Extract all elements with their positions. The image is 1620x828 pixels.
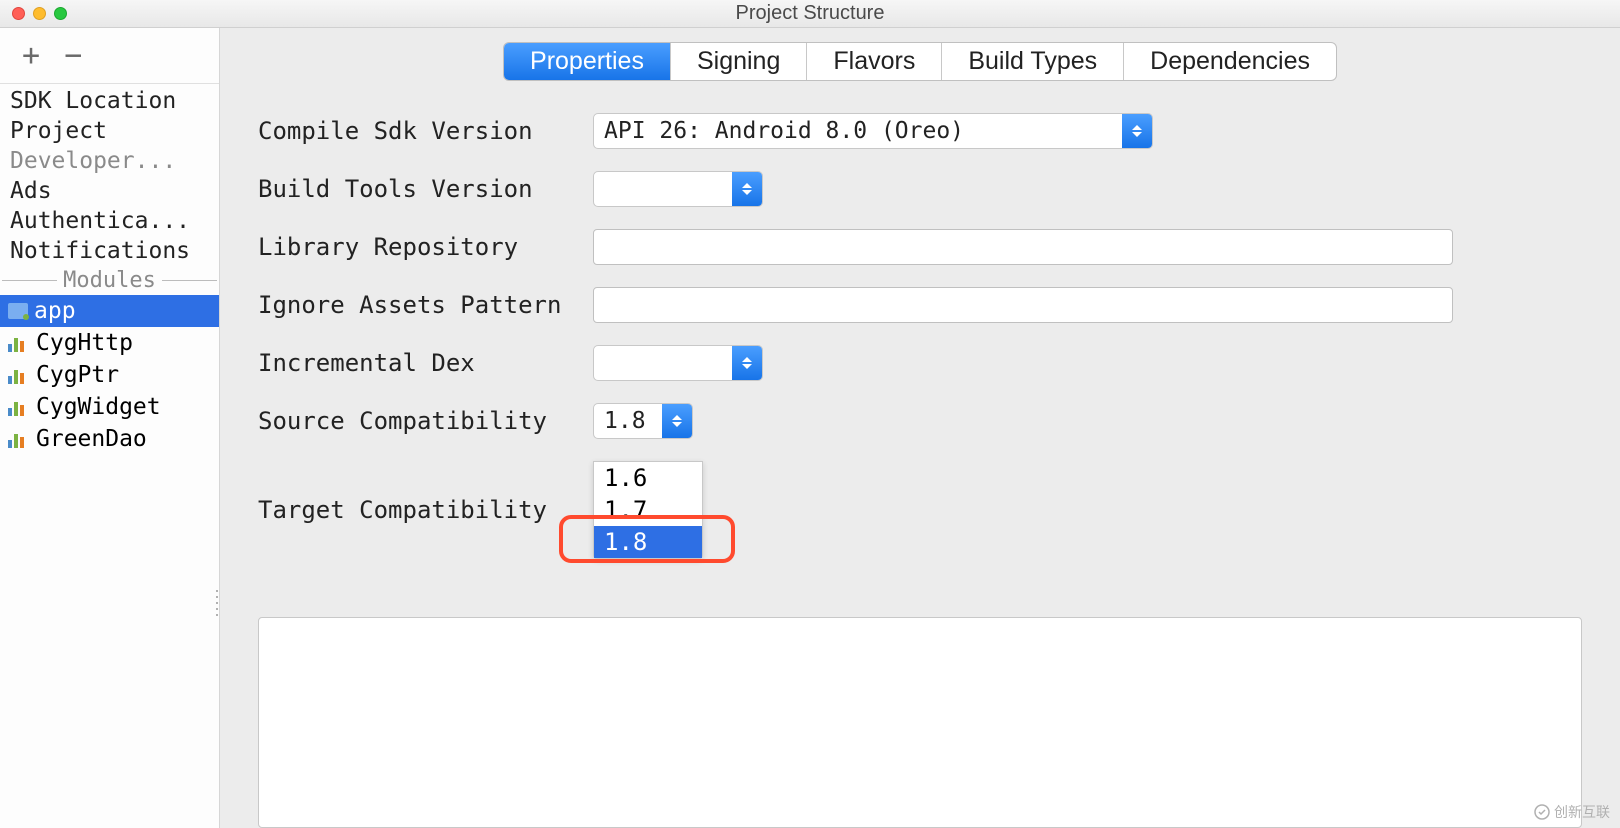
- build-tools-select[interactable]: [593, 171, 763, 207]
- library-repo-label: Library Repository: [258, 233, 593, 261]
- sidebar-item-notifications[interactable]: Notifications: [0, 236, 219, 266]
- target-compat-label: Target Compatibility: [258, 496, 593, 524]
- maximize-window-button[interactable]: [54, 7, 67, 20]
- close-window-button[interactable]: [12, 7, 25, 20]
- watermark-icon: [1534, 804, 1550, 820]
- dropdown-option-1-8[interactable]: 1.8: [594, 526, 702, 558]
- sidebar: + − SDK Location Project Developer... Ad…: [0, 28, 220, 828]
- watermark: 创新互联: [1534, 802, 1610, 822]
- content-area: Properties Signing Flavors Build Types D…: [220, 28, 1620, 828]
- sidebar-item-ads[interactable]: Ads: [0, 176, 219, 206]
- build-tools-label: Build Tools Version: [258, 175, 593, 203]
- source-compat-select[interactable]: 1.8: [593, 403, 693, 439]
- module-label: app: [34, 298, 76, 324]
- minimize-window-button[interactable]: [33, 7, 46, 20]
- remove-button[interactable]: −: [64, 41, 82, 71]
- details-panel: [258, 617, 1582, 828]
- add-button[interactable]: +: [22, 41, 40, 71]
- sidebar-item-developer[interactable]: Developer...: [0, 146, 219, 176]
- tab-build-types[interactable]: Build Types: [942, 43, 1124, 80]
- bars-icon: [8, 430, 30, 448]
- module-cygptr[interactable]: CygPtr: [0, 359, 219, 391]
- bars-icon: [8, 398, 30, 416]
- module-app[interactable]: app: [0, 295, 219, 327]
- ignore-assets-label: Ignore Assets Pattern: [258, 291, 593, 319]
- chevron-updown-icon: [662, 404, 692, 438]
- dropdown-option-1-6[interactable]: 1.6: [594, 462, 702, 494]
- module-label: CygPtr: [36, 362, 119, 388]
- chevron-updown-icon: [1122, 114, 1152, 148]
- window-title: Project Structure: [736, 2, 885, 25]
- folder-icon: [8, 303, 28, 319]
- chevron-updown-icon: [732, 346, 762, 380]
- module-cygwidget[interactable]: CygWidget: [0, 391, 219, 423]
- bars-icon: [8, 366, 30, 384]
- sidebar-item-sdk-location[interactable]: SDK Location: [0, 86, 219, 116]
- target-compat-dropdown[interactable]: 1.6 1.7 1.8: [593, 461, 703, 559]
- compile-sdk-label: Compile Sdk Version: [258, 117, 593, 145]
- library-repo-input[interactable]: [593, 229, 1453, 265]
- module-label: CygHttp: [36, 330, 133, 356]
- module-label: GreenDao: [36, 426, 147, 452]
- split-handle[interactable]: [214, 588, 220, 618]
- properties-form: Compile Sdk Version API 26: Android 8.0 …: [220, 81, 1620, 581]
- tab-bar: Properties Signing Flavors Build Types D…: [220, 28, 1620, 81]
- sidebar-list: SDK Location Project Developer... Ads Au…: [0, 84, 219, 455]
- source-compat-value: 1.8: [594, 408, 662, 434]
- dropdown-option-1-7[interactable]: 1.7: [594, 494, 702, 526]
- source-compat-label: Source Compatibility: [258, 407, 593, 435]
- module-label: CygWidget: [36, 394, 161, 420]
- incremental-dex-select[interactable]: [593, 345, 763, 381]
- sidebar-item-project[interactable]: Project: [0, 116, 219, 146]
- sidebar-item-authentication[interactable]: Authentica...: [0, 206, 219, 236]
- bars-icon: [8, 334, 30, 352]
- tab-properties[interactable]: Properties: [504, 43, 671, 80]
- tab-flavors[interactable]: Flavors: [807, 43, 942, 80]
- tab-dependencies[interactable]: Dependencies: [1124, 43, 1336, 80]
- compile-sdk-select[interactable]: API 26: Android 8.0 (Oreo): [593, 113, 1153, 149]
- sidebar-toolbar: + −: [0, 28, 219, 84]
- ignore-assets-input[interactable]: [593, 287, 1453, 323]
- compile-sdk-value: API 26: Android 8.0 (Oreo): [594, 118, 1122, 144]
- module-greendao[interactable]: GreenDao: [0, 423, 219, 455]
- tab-signing[interactable]: Signing: [671, 43, 807, 80]
- incremental-dex-label: Incremental Dex: [258, 349, 593, 377]
- chevron-updown-icon: [732, 172, 762, 206]
- titlebar: Project Structure: [0, 0, 1620, 28]
- module-cyghttp[interactable]: CygHttp: [0, 327, 219, 359]
- modules-heading: Modules: [0, 266, 219, 295]
- window-controls: [0, 7, 67, 20]
